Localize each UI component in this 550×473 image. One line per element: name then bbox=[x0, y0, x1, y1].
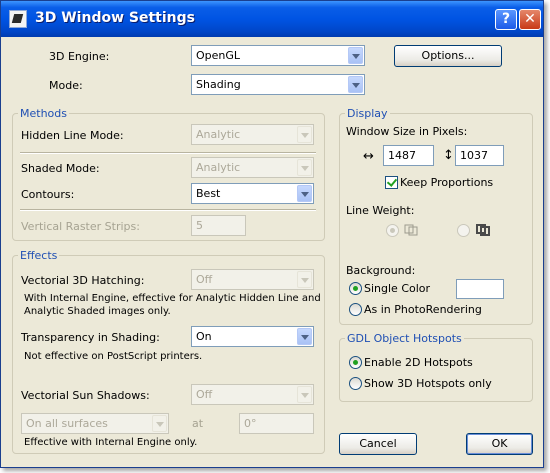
surfaces-select[interactable]: On all surfaces bbox=[21, 413, 169, 434]
hidden-line-label: Hidden Line Mode: bbox=[21, 129, 124, 142]
display-title: Display bbox=[345, 107, 390, 120]
divider bbox=[20, 152, 316, 154]
dialog-window: 3D Window Settings ? ✕ 3D Engine: OpenGL… bbox=[0, 0, 544, 468]
single-color-radio[interactable] bbox=[349, 282, 362, 295]
thick-lines-icon bbox=[476, 224, 490, 236]
hatching-select[interactable]: Off bbox=[191, 269, 314, 290]
line-weight-hairline-radio[interactable] bbox=[457, 224, 470, 237]
contours-select[interactable]: Best bbox=[191, 183, 314, 204]
ok-button[interactable]: OK bbox=[466, 433, 533, 455]
background-color-swatch[interactable] bbox=[456, 279, 504, 299]
contours-value: Best bbox=[196, 187, 221, 200]
enable-2d-hotspots-radio[interactable] bbox=[349, 356, 362, 369]
hidden-line-value: Analytic bbox=[196, 128, 241, 141]
chevron-down-icon bbox=[297, 328, 312, 345]
transparency-select[interactable]: On bbox=[191, 326, 314, 347]
app-icon bbox=[9, 10, 27, 28]
photorendering-label: As in PhotoRendering bbox=[364, 303, 482, 316]
show-3d-hotspots-radio[interactable] bbox=[349, 377, 362, 390]
height-arrows-icon: ↕ bbox=[443, 148, 454, 163]
show-3d-hotspots-label: Show 3D Hotspots only bbox=[364, 377, 492, 390]
single-color-label: Single Color bbox=[364, 282, 431, 295]
cancel-button[interactable]: Cancel bbox=[339, 433, 417, 455]
window-title: 3D Window Settings bbox=[35, 10, 195, 26]
width-arrows-icon: ↔ bbox=[363, 149, 374, 164]
mode-select[interactable]: Shading bbox=[191, 74, 365, 95]
sun-shadows-select[interactable]: Off bbox=[191, 384, 314, 405]
effects-title: Effects bbox=[18, 249, 60, 262]
angle-field[interactable]: 0° bbox=[239, 413, 314, 434]
close-button[interactable]: ✕ bbox=[519, 9, 541, 30]
shaded-mode-label: Shaded Mode: bbox=[21, 162, 100, 175]
title-bar: 3D Window Settings ? ✕ bbox=[1, 1, 543, 37]
engine-value: OpenGL bbox=[196, 49, 241, 62]
hatching-note-line-2: Analytic Shaded images only. bbox=[24, 306, 171, 317]
chevron-down-icon bbox=[297, 159, 312, 176]
sun-shadows-label: Vectorial Sun Shadows: bbox=[21, 389, 150, 402]
window-size-label: Window Size in Pixels: bbox=[346, 125, 468, 138]
surfaces-value: On all surfaces bbox=[26, 417, 108, 430]
enable-2d-hotspots-label: Enable 2D Hotspots bbox=[364, 356, 473, 369]
contours-label: Contours: bbox=[21, 188, 75, 201]
hotspots-group bbox=[339, 338, 533, 402]
keep-proportions-label: Keep Proportions bbox=[400, 176, 494, 189]
engine-select[interactable]: OpenGL bbox=[191, 45, 365, 66]
transparency-note: Not effective on PostScript printers. bbox=[24, 351, 203, 362]
shaded-mode-value: Analytic bbox=[196, 161, 241, 174]
photorendering-radio[interactable] bbox=[349, 303, 362, 316]
background-label: Background: bbox=[346, 264, 416, 277]
hidden-line-select[interactable]: Analytic bbox=[191, 124, 314, 145]
chevron-down-icon bbox=[348, 76, 363, 93]
thin-lines-icon bbox=[404, 224, 418, 236]
engine-label: 3D Engine: bbox=[49, 50, 110, 63]
raster-strips-field[interactable]: 5 bbox=[191, 215, 246, 236]
shaded-mode-select[interactable]: Analytic bbox=[191, 157, 314, 178]
at-label: at bbox=[192, 417, 204, 430]
raster-strips-label: Vertical Raster Strips: bbox=[21, 220, 140, 233]
chevron-down-icon bbox=[297, 386, 312, 403]
transparency-label: Transparency in Shading: bbox=[21, 331, 160, 344]
sun-shadows-value: Off bbox=[196, 388, 213, 401]
hatching-note-line-1: With Internal Engine, effective for Anal… bbox=[24, 293, 321, 304]
hatching-value: Off bbox=[196, 273, 213, 286]
chevron-down-icon bbox=[297, 271, 312, 288]
width-field[interactable]: 1487 bbox=[383, 145, 434, 166]
mode-label: Mode: bbox=[49, 79, 83, 92]
mode-value: Shading bbox=[196, 78, 241, 91]
height-field[interactable]: 1037 bbox=[455, 145, 504, 166]
line-weight-label: Line Weight: bbox=[346, 204, 415, 217]
chevron-down-icon bbox=[348, 47, 363, 64]
chevron-down-icon bbox=[297, 126, 312, 143]
methods-title: Methods bbox=[18, 107, 69, 120]
hatching-label: Vectorial 3D Hatching: bbox=[21, 274, 145, 287]
sun-shadows-note: Effective with Internal Engine only. bbox=[24, 437, 198, 448]
transparency-value: On bbox=[196, 330, 212, 343]
help-button[interactable]: ? bbox=[495, 9, 517, 30]
line-weight-thin-radio[interactable] bbox=[386, 224, 399, 237]
chevron-down-icon bbox=[152, 415, 167, 432]
keep-proportions-checkbox[interactable] bbox=[385, 176, 398, 189]
chevron-down-icon bbox=[297, 185, 312, 202]
divider bbox=[20, 209, 316, 211]
options-button[interactable]: Options... bbox=[394, 45, 502, 67]
hotspots-title: GDL Object Hotspots bbox=[345, 332, 464, 345]
